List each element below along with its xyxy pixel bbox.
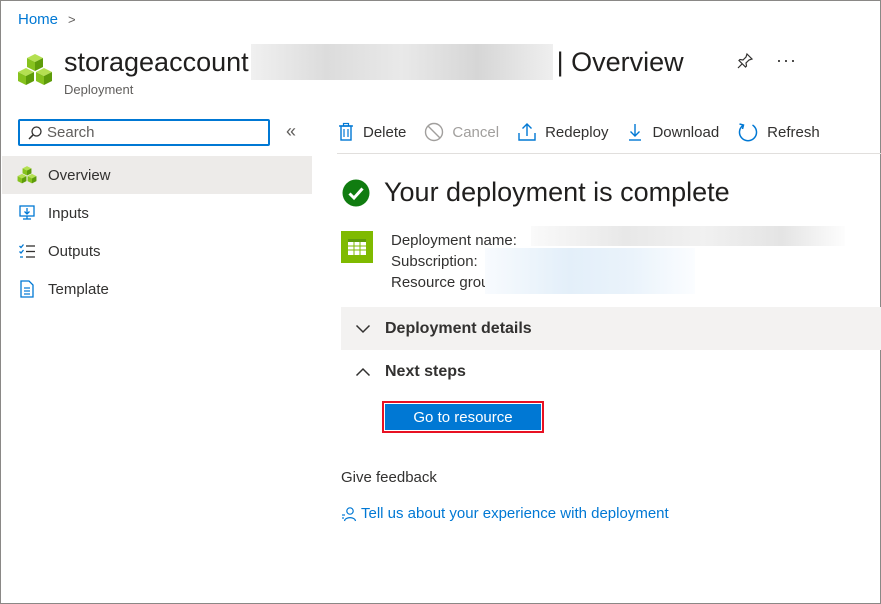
status-message: Your deployment is complete — [384, 177, 730, 207]
outputs-icon — [19, 244, 35, 258]
search-input[interactable] — [47, 124, 247, 141]
sidebar-nav: Overview Inputs Outputs Template — [2, 156, 312, 308]
cancel-button[interactable]: Cancel — [424, 122, 499, 142]
sidebar-item-inputs[interactable]: Inputs — [2, 194, 312, 232]
more-options-icon[interactable]: ··· — [776, 50, 797, 71]
go-to-resource-button[interactable]: Go to resource — [385, 404, 541, 430]
feedback-person-icon — [342, 506, 357, 521]
chevron-up-icon — [355, 367, 371, 376]
deployment-icon — [341, 231, 373, 263]
cancel-icon — [425, 122, 444, 142]
sidebar-item-label: Outputs — [48, 242, 101, 260]
redeploy-label: Redeploy — [545, 123, 609, 141]
sidebar-item-label: Template — [48, 280, 109, 298]
sidebar-item-overview[interactable]: Overview — [2, 156, 312, 194]
cubes-icon — [17, 166, 37, 184]
command-bar: Delete Cancel Redeploy Download Refresh — [337, 116, 877, 148]
refresh-button[interactable]: Refresh — [737, 121, 820, 143]
toolbar-divider — [337, 153, 881, 154]
template-icon — [20, 280, 34, 298]
section-title: Next steps — [385, 362, 466, 380]
page-subtitle: Deployment — [64, 82, 134, 97]
sidebar-item-label: Overview — [48, 166, 111, 184]
pin-icon[interactable] — [736, 52, 754, 70]
chevron-right-icon: > — [68, 12, 76, 27]
next-steps-section[interactable]: Next steps — [341, 350, 881, 393]
refresh-icon — [738, 123, 758, 142]
cancel-label: Cancel — [452, 123, 500, 141]
inputs-icon — [19, 205, 35, 220]
section-title: Deployment details — [385, 319, 532, 337]
chevron-down-icon — [355, 324, 371, 333]
redacted-area — [250, 44, 553, 80]
breadcrumb-home-link[interactable]: Home — [18, 11, 58, 28]
upload-icon — [518, 123, 536, 141]
breadcrumb: Home > — [18, 11, 76, 28]
redacted-area — [485, 248, 695, 294]
feedback-title: Give feedback — [341, 469, 437, 486]
delete-label: Delete — [363, 123, 407, 141]
trash-icon — [339, 122, 353, 141]
download-icon — [629, 124, 642, 141]
download-button[interactable]: Download — [626, 122, 719, 142]
sidebar-item-outputs[interactable]: Outputs — [2, 232, 312, 270]
redeploy-button[interactable]: Redeploy — [517, 122, 608, 142]
page-title-name: storageaccount — [64, 46, 249, 77]
sidebar-item-template[interactable]: Template — [2, 270, 312, 308]
redacted-area — [531, 226, 845, 246]
search-icon — [28, 125, 42, 140]
page-title: storageaccount | Overview — [64, 44, 684, 80]
feedback-link-label: Tell us about your experience with deplo… — [361, 505, 669, 522]
page-title-suffix: | Overview — [556, 46, 684, 77]
delete-button[interactable]: Delete — [337, 122, 406, 142]
feedback-link[interactable]: Tell us about your experience with deplo… — [341, 505, 669, 522]
deployment-status: Your deployment is complete — [342, 177, 730, 208]
search-box[interactable] — [18, 119, 270, 146]
deployment-details-section[interactable]: Deployment details — [341, 307, 881, 350]
sidebar-item-label: Inputs — [48, 204, 89, 222]
cubes-icon — [18, 54, 52, 85]
collapse-sidebar-icon[interactable]: « — [286, 121, 296, 142]
refresh-label: Refresh — [767, 123, 820, 141]
download-label: Download — [652, 123, 720, 141]
highlight-box: Go to resource — [382, 401, 544, 433]
success-check-icon — [342, 179, 370, 206]
